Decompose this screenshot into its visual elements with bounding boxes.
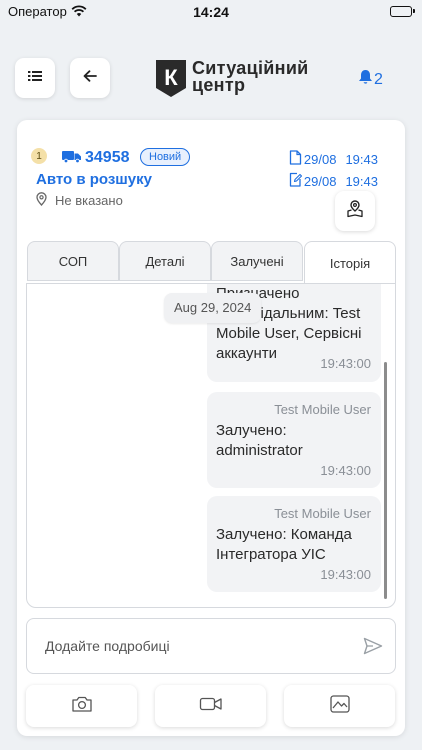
image-icon — [329, 694, 351, 719]
history-panel[interactable]: Призначено відповідальним: Test Mobile U… — [26, 283, 396, 608]
svg-text:К: К — [164, 65, 178, 90]
arrow-left-icon — [83, 69, 97, 87]
edit-icon — [289, 172, 304, 190]
comment-placeholder: Додайте подробиці — [45, 638, 170, 654]
video-icon — [199, 696, 223, 717]
video-button[interactable] — [155, 685, 266, 727]
created-date: 29/08 — [303, 151, 337, 167]
notifications-button[interactable]: 2 — [358, 69, 383, 90]
message-author: Test Mobile User — [274, 402, 371, 417]
menu-button[interactable] — [15, 58, 55, 98]
edited-datetime: 29/08 19:43 — [289, 172, 378, 190]
tab-sop[interactable]: СОП — [27, 241, 119, 281]
location-pin-icon — [36, 192, 55, 209]
list-icon — [28, 69, 42, 87]
bell-icon — [358, 69, 373, 90]
edited-time: 19:43 — [345, 173, 378, 189]
history-message: Test Mobile User Залучено: Команда Інтег… — [207, 496, 381, 592]
map-pin-icon — [346, 199, 364, 223]
document-icon — [289, 150, 304, 168]
edited-date: 29/08 — [303, 173, 337, 189]
send-icon[interactable] — [363, 637, 383, 660]
comment-input[interactable]: Додайте подробиці — [26, 618, 396, 674]
camera-icon — [71, 695, 93, 718]
incident-title: Авто в розшуку — [36, 171, 153, 188]
message-time: 19:43:00 — [320, 463, 371, 478]
back-button[interactable] — [70, 58, 110, 98]
tab-details[interactable]: Деталі — [119, 241, 211, 281]
created-time: 19:43 — [345, 151, 378, 167]
created-datetime: 29/08 19:43 — [289, 150, 378, 168]
incident-card: 1 34958 Новий Авто в розшуку Не вказано … — [17, 120, 405, 736]
history-message: Test Mobile User Залучено: administrator… — [207, 392, 381, 488]
map-location-button[interactable] — [335, 191, 375, 231]
message-time: 19:43:00 — [320, 356, 371, 371]
priority-badge: 1 — [31, 148, 47, 164]
notification-count: 2 — [374, 70, 383, 88]
status-badge: Новий — [140, 148, 191, 166]
location-text: Не вказано — [55, 193, 123, 208]
tab-involved[interactable]: Залучені — [211, 241, 303, 281]
status-bar: Оператор 14:24 — [0, 0, 422, 24]
message-text: Залучено: administrator — [216, 422, 303, 459]
tab-history[interactable]: Історія — [304, 241, 396, 285]
battery-icon — [390, 6, 415, 17]
gallery-button[interactable] — [284, 685, 395, 727]
clock: 14:24 — [193, 4, 229, 20]
incident-number: 34958 — [85, 149, 130, 166]
logo-text-line2: центр — [192, 75, 246, 95]
message-text: Залучено: Команда Інтегратора УІС — [216, 526, 352, 563]
camera-button[interactable] — [26, 685, 137, 727]
history-scrollbar[interactable] — [384, 362, 387, 599]
message-time: 19:43:00 — [320, 567, 371, 582]
truck-icon — [62, 150, 82, 168]
location-row: Не вказано — [36, 192, 123, 209]
message-author: Test Mobile User — [274, 506, 371, 521]
app-logo: К Ситуаційний центр — [154, 58, 324, 100]
logo-shield-icon: К — [156, 60, 186, 97]
date-chip: Aug 29, 2024 — [164, 293, 262, 323]
